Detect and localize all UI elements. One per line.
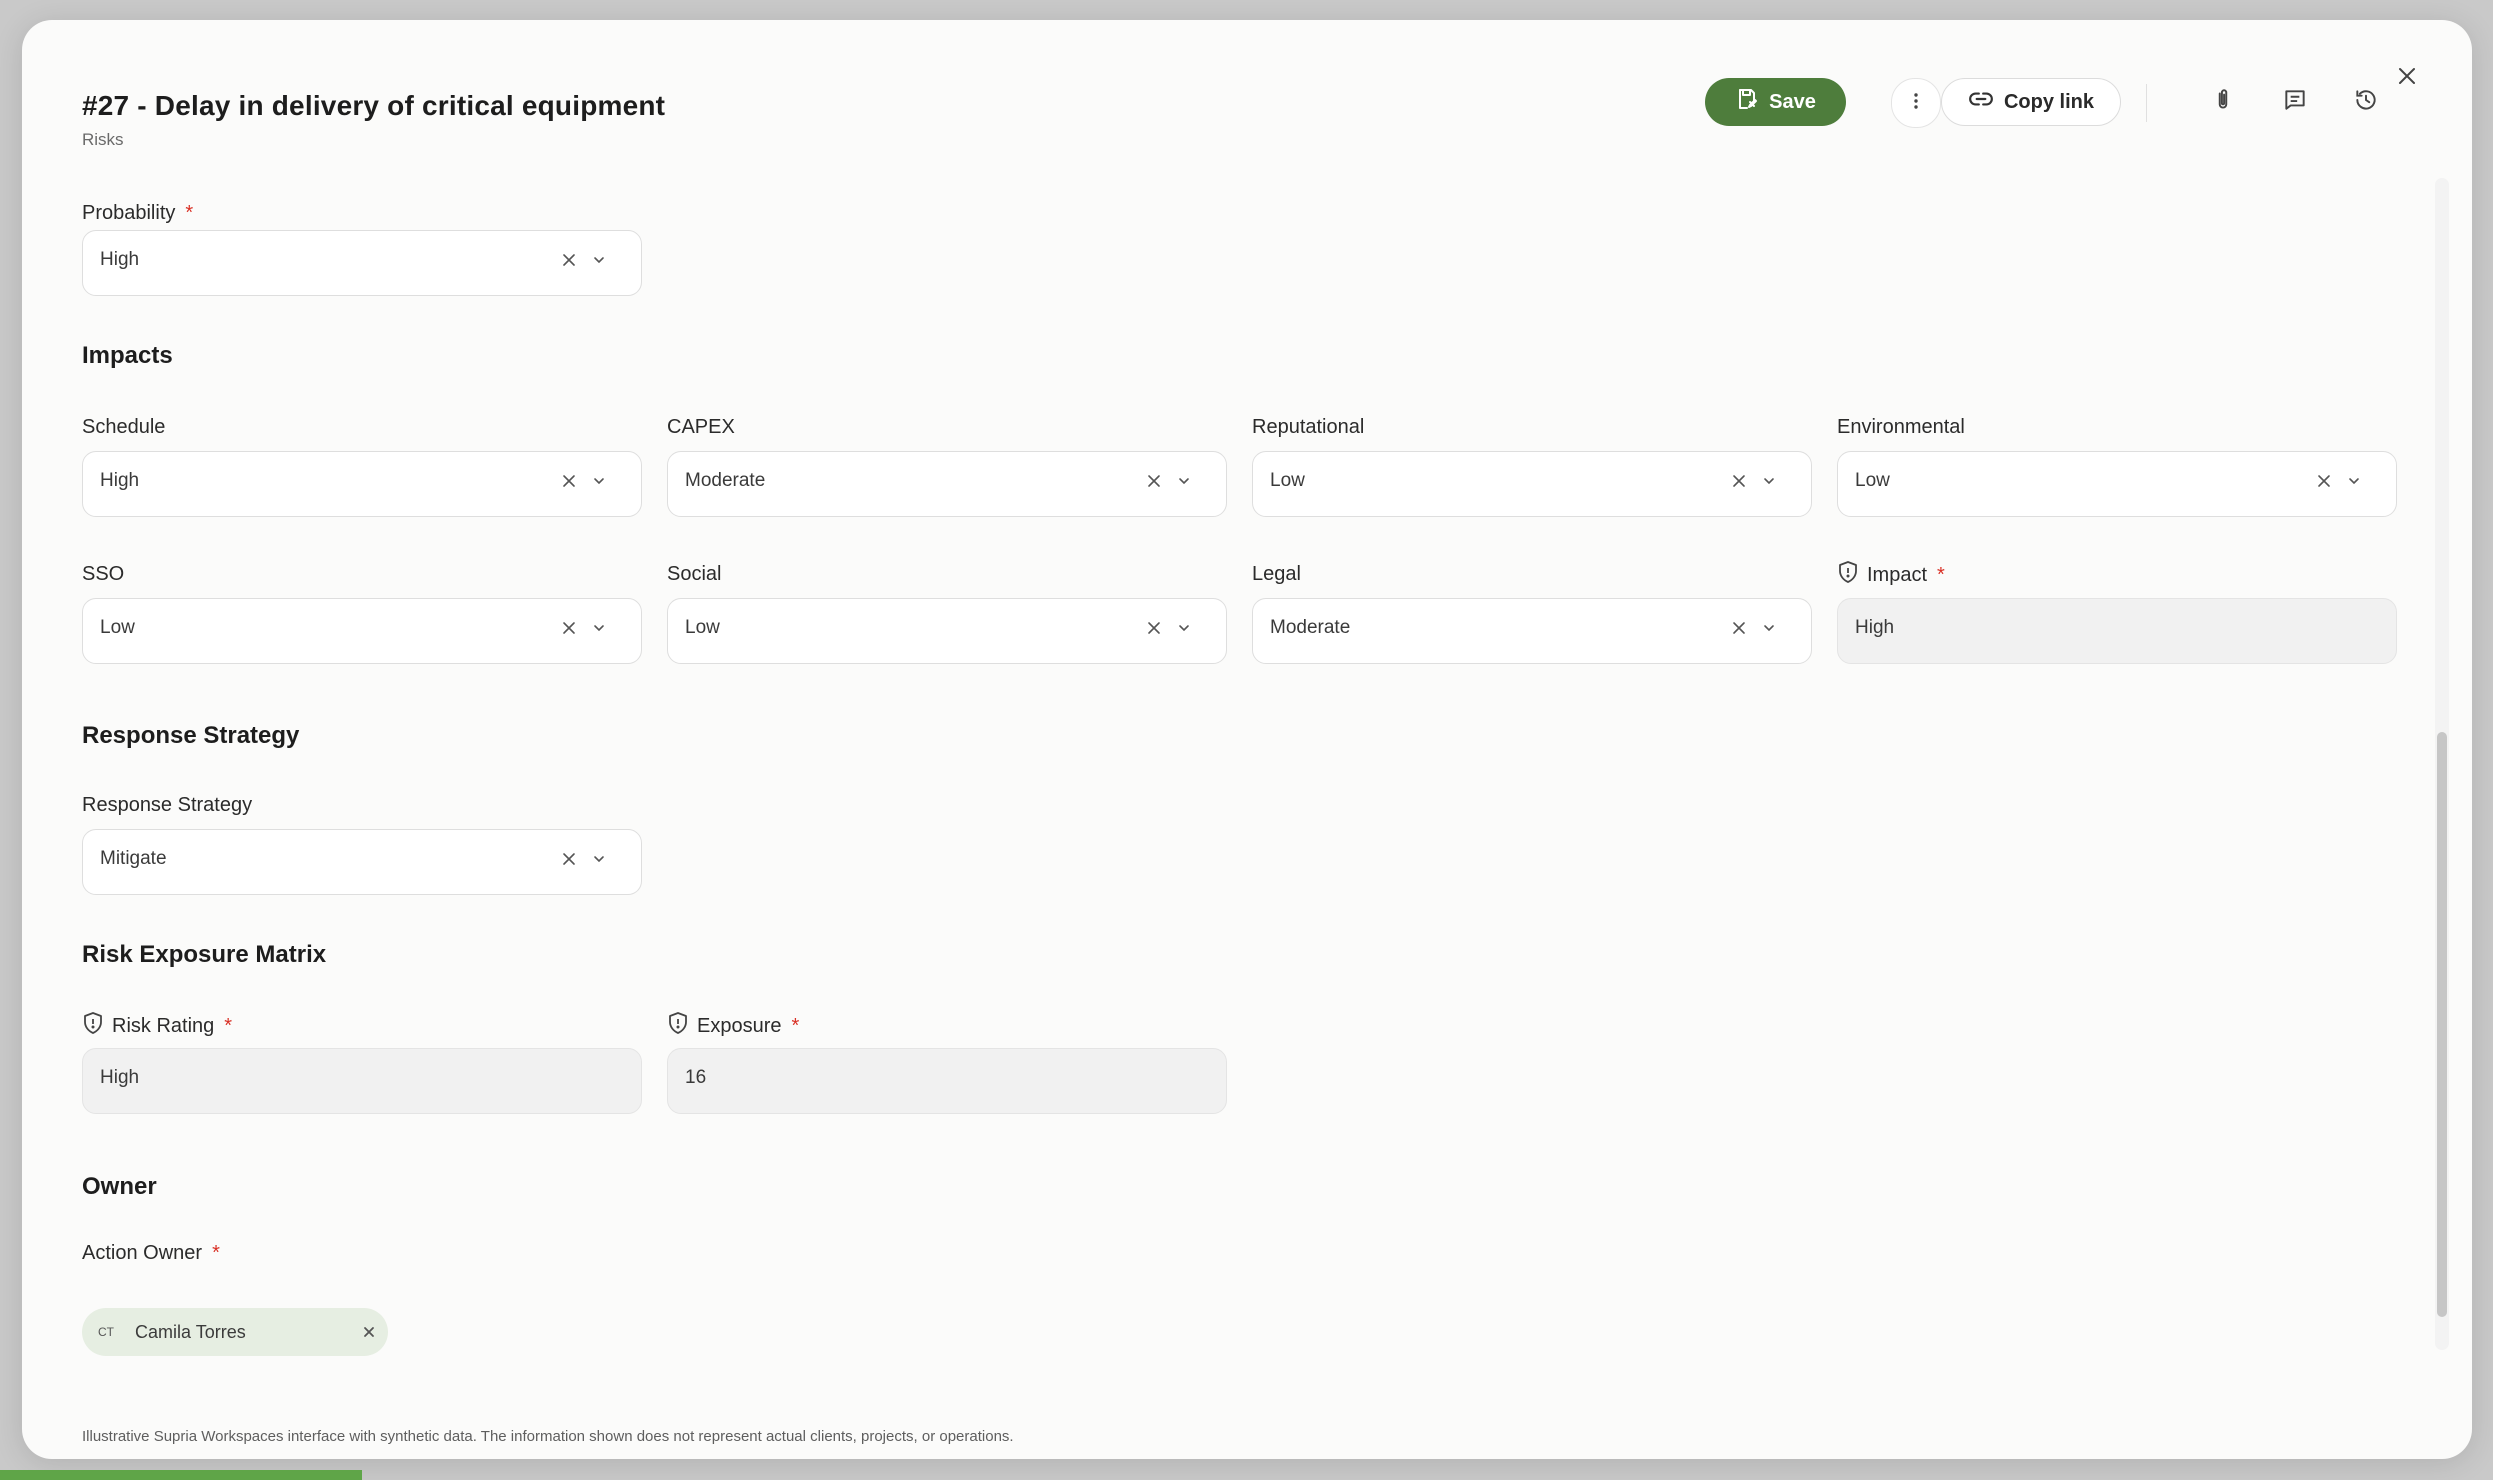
- comment-icon: [2282, 87, 2308, 118]
- risk-rating-field: High: [82, 1048, 642, 1114]
- action-owner-chip[interactable]: CT Camila Torres: [82, 1308, 388, 1356]
- copy-link-button[interactable]: Copy link: [1941, 78, 2121, 126]
- sso-label: SSO: [82, 563, 125, 585]
- risk-detail-modal: #27 - Delay in delivery of critical equi…: [22, 20, 2472, 1459]
- save-button[interactable]: Save: [1705, 78, 1846, 126]
- response-strategy-select[interactable]: Mitigate: [82, 829, 642, 895]
- capex-label: CAPEX: [667, 416, 735, 438]
- more-options-button[interactable]: [1891, 78, 1941, 128]
- scrollbar-thumb[interactable]: [2437, 732, 2447, 1317]
- reputational-label: Reputational: [1252, 416, 1365, 438]
- response-strategy-label: Response Strategy: [82, 794, 253, 816]
- progress-bar: [0, 1470, 362, 1480]
- impact-label-text: Impact: [1867, 563, 1928, 586]
- clear-icon[interactable]: [561, 473, 577, 495]
- clear-icon[interactable]: [561, 620, 577, 642]
- shield-icon: [82, 1011, 104, 1041]
- probability-label: Probability *: [82, 202, 193, 225]
- risk-rating-value: High: [100, 1067, 140, 1088]
- chevron-down-icon[interactable]: [1176, 473, 1192, 495]
- capex-value: Moderate: [685, 470, 766, 491]
- history-icon: [2353, 87, 2379, 118]
- remove-icon[interactable]: [362, 1325, 376, 1339]
- sso-value: Low: [100, 617, 135, 638]
- save-label: Save: [1769, 90, 1816, 113]
- exposure-value: 16: [685, 1067, 707, 1088]
- shield-icon: [667, 1011, 689, 1041]
- impact-value: High: [1855, 617, 1895, 638]
- legal-value: Moderate: [1270, 617, 1351, 638]
- required-asterisk: *: [185, 202, 194, 224]
- response-strategy-value: Mitigate: [100, 848, 167, 869]
- environmental-select[interactable]: Low: [1837, 451, 2397, 517]
- clear-icon[interactable]: [1146, 620, 1162, 642]
- history-button[interactable]: [2342, 78, 2390, 126]
- clear-icon[interactable]: [2316, 473, 2332, 495]
- clear-icon[interactable]: [1146, 473, 1162, 495]
- environmental-value: Low: [1855, 470, 1890, 491]
- clear-icon[interactable]: [1731, 620, 1747, 642]
- response-strategy-section-title: Response Strategy: [82, 722, 300, 749]
- exposure-label-text: Exposure: [697, 1014, 782, 1037]
- schedule-label: Schedule: [82, 416, 166, 438]
- capex-select[interactable]: Moderate: [667, 451, 1227, 517]
- paperclip-icon: [2210, 87, 2236, 118]
- chevron-down-icon[interactable]: [1761, 473, 1777, 495]
- required-asterisk: *: [1937, 563, 1945, 586]
- chevron-down-icon[interactable]: [591, 620, 607, 642]
- required-asterisk: *: [224, 1014, 233, 1037]
- chevron-down-icon[interactable]: [591, 252, 607, 274]
- chevron-down-icon[interactable]: [1176, 620, 1192, 642]
- attachments-button[interactable]: [2199, 78, 2247, 126]
- disclaimer-text: Illustrative Supria Workspaces interface…: [82, 1428, 1014, 1445]
- sso-select[interactable]: Low: [82, 598, 642, 664]
- owner-name: Camila Torres: [135, 1321, 246, 1342]
- clear-icon[interactable]: [561, 851, 577, 873]
- copy-link-label: Copy link: [2003, 90, 2094, 113]
- chevron-down-icon[interactable]: [2346, 473, 2362, 495]
- exposure-label: Exposure *: [667, 1011, 799, 1041]
- reputational-select[interactable]: Low: [1252, 451, 1812, 517]
- close-button[interactable]: [2387, 58, 2427, 98]
- risk-rating-label: Risk Rating *: [82, 1011, 232, 1041]
- chevron-down-icon[interactable]: [1761, 620, 1777, 642]
- breadcrumb[interactable]: Risks: [82, 130, 124, 150]
- comments-button[interactable]: [2271, 78, 2319, 126]
- required-asterisk: *: [791, 1014, 800, 1037]
- clear-icon[interactable]: [1731, 473, 1747, 495]
- required-asterisk: *: [212, 1242, 220, 1264]
- owner-section-title: Owner: [82, 1173, 157, 1200]
- close-icon: [2396, 65, 2418, 92]
- schedule-select[interactable]: High: [82, 451, 642, 517]
- impact-field: High: [1837, 598, 2397, 664]
- environmental-label: Environmental: [1837, 416, 1965, 438]
- probability-label-text: Probability: [82, 202, 176, 224]
- action-owner-label-text: Action Owner: [82, 1242, 203, 1264]
- reputational-value: Low: [1270, 470, 1305, 491]
- action-owner-label: Action Owner *: [82, 1242, 220, 1265]
- more-vertical-icon: [1906, 91, 1926, 116]
- clear-icon[interactable]: [561, 252, 577, 274]
- impacts-section-title: Impacts: [82, 342, 173, 369]
- avatar: CT: [89, 1315, 123, 1349]
- social-value: Low: [685, 617, 720, 638]
- social-select[interactable]: Low: [667, 598, 1227, 664]
- schedule-value: High: [100, 470, 140, 491]
- legal-label: Legal: [1252, 563, 1301, 585]
- impact-label: Impact *: [1837, 560, 1945, 590]
- probability-select[interactable]: High: [82, 230, 642, 296]
- legal-select[interactable]: Moderate: [1252, 598, 1812, 664]
- exposure-field: 16: [667, 1048, 1227, 1114]
- social-label: Social: [667, 563, 722, 585]
- chevron-down-icon[interactable]: [591, 473, 607, 495]
- probability-value: High: [100, 249, 140, 270]
- risk-exposure-matrix-title: Risk Exposure Matrix: [82, 941, 327, 968]
- save-icon: [1735, 87, 1759, 117]
- page-title: #27 - Delay in delivery of critical equi…: [82, 90, 666, 121]
- chevron-down-icon[interactable]: [591, 851, 607, 873]
- shield-icon: [1837, 560, 1859, 590]
- link-icon: [1968, 86, 1994, 118]
- risk-rating-label-text: Risk Rating: [112, 1014, 215, 1037]
- toolbar-divider: [2146, 84, 2147, 122]
